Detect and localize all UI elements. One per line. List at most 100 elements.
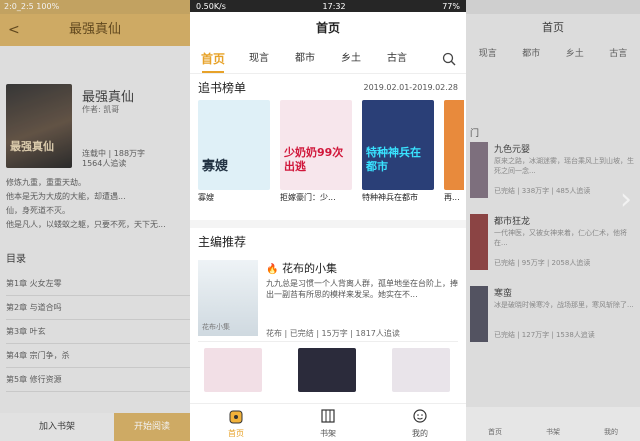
book-name: 寡嫂: [198, 193, 214, 202]
right-nav-me[interactable]: 我的: [582, 407, 640, 441]
tab-home[interactable]: 首页: [190, 44, 236, 74]
recommend-item-meta: 花布 | 已完结 | 15万字 | 1817人追读: [266, 329, 400, 338]
right-item-title: 都市狂龙: [494, 217, 531, 227]
toc-item[interactable]: 第1章 火女左零: [6, 272, 190, 296]
rank-book[interactable]: 再...: [444, 100, 464, 220]
right-tab[interactable]: 乡土: [553, 42, 597, 66]
book-cover: 寡嫂: [198, 100, 270, 190]
profile-face-icon: [413, 409, 427, 423]
desc-line: 他是凡人，以蝼蚁之躯，只要不死，天下无...: [6, 220, 166, 229]
nav-me-label: 我的: [412, 429, 428, 438]
right-item-meta: 已完结 | 338万字 | 485人追读: [494, 187, 591, 195]
rank-book[interactable]: 特种神兵在都市 特种神兵在都市: [362, 100, 434, 220]
right-tab[interactable]: 现言: [466, 42, 510, 66]
book-name: 特种神兵在都市: [362, 193, 418, 202]
desc-line: 他本是无为大成的大能，却遭遇...: [6, 192, 126, 201]
rank-date-range: 2019.02.01-2019.02.28: [363, 82, 459, 92]
bookshelf-icon: [321, 409, 335, 423]
recommend-cover: 花布小集: [198, 260, 258, 336]
book-thumb[interactable]: [298, 348, 356, 392]
right-title: 首页: [542, 21, 564, 34]
category-tabs: 首页 现言 都市 乡土 古言: [190, 44, 466, 74]
search-icon[interactable]: [442, 52, 456, 66]
right-tab[interactable]: 都市: [510, 42, 554, 66]
recommend-body: 🔥 花布的小集 九九总是习惯一个人背离人群，孤单地坐在台阶上，捧出一副苔有所思的…: [258, 260, 458, 341]
back-arrow-icon[interactable]: <: [8, 14, 20, 46]
left-book-title: 最强真仙: [82, 90, 135, 105]
recommend-cover-text: 花布小集: [202, 323, 230, 331]
left-book-cover: 最强真仙: [6, 84, 72, 168]
nav-shelf[interactable]: 书架: [282, 404, 374, 441]
right-nav-shelf[interactable]: 书架: [524, 407, 582, 441]
recommend-thumbs: [190, 342, 466, 392]
network-speed: 0.50K/s: [196, 1, 226, 11]
left-header: < 最强真仙: [0, 14, 190, 46]
tab-xiangtu[interactable]: 乡土: [328, 44, 374, 74]
left-header-title: 最强真仙: [68, 22, 121, 37]
right-item-meta: 已完结 | 95万字 | 2058人追读: [494, 259, 591, 267]
right-item-desc: 一代神医，又被女神来着，仁心仁术，他将在...: [494, 229, 627, 247]
right-status-bar: [466, 0, 640, 14]
right-item-title: 九色元婴: [494, 145, 531, 155]
recommend-item[interactable]: 花布小集 🔥 花布的小集 九九总是习惯一个人背离人群，孤单地坐在台阶上，捧出一副…: [198, 254, 458, 342]
cover-text: 寡嫂: [202, 159, 229, 174]
clock: 17:32: [322, 1, 346, 11]
home-icon: [229, 410, 243, 424]
rank-book[interactable]: 少奶奶99次出逃 拒嫁豪门：少...: [280, 100, 352, 220]
right-list-item[interactable]: 都市狂龙 一代神医，又被女神来着，仁心仁术，他将在... 已完结 | 95万字 …: [470, 214, 640, 272]
tab-dushi[interactable]: 都市: [282, 44, 328, 74]
right-bottom-nav: 首页 书架 我的: [466, 407, 640, 441]
battery: 77%: [442, 1, 460, 11]
right-section-title: 门: [470, 129, 480, 139]
nav-home-label: 首页: [228, 429, 244, 438]
cover-text: 少奶奶99次出逃: [284, 146, 344, 173]
rank-title: 追书榜单: [198, 80, 247, 95]
right-item-cover: [470, 286, 488, 342]
book-name: 再...: [444, 193, 460, 202]
rank-header: 追书榜单 2019.02.01-2019.02.28: [190, 74, 466, 100]
rank-book[interactable]: 寡嫂 寡嫂: [198, 100, 270, 220]
toc-item[interactable]: 第4章 宗门争，杀: [6, 344, 190, 368]
desc-line: 仙，身死道不灭。: [6, 206, 70, 215]
right-list-item[interactable]: 寒蛮 冰是破晓时候寒冷，战场那里，寒风斩除了... 已完结 | 127万字 | …: [470, 286, 640, 344]
left-status-bar: 2:0_2:5 100%: [0, 0, 190, 14]
section-divider: [190, 220, 466, 228]
toc-item[interactable]: 第2章 与道合吗: [6, 296, 190, 320]
nav-me[interactable]: 我的: [374, 404, 466, 441]
left-bottom-bar: 加入书架 开始阅读: [0, 413, 190, 441]
chevron-right-icon[interactable]: ›: [620, 182, 632, 217]
left-book-author: 作者: 凯哥: [82, 105, 120, 114]
nav-shelf-label: 书架: [320, 429, 336, 438]
active-tab-indicator: [202, 71, 224, 73]
toc-item[interactable]: 第3章 叶玄: [6, 320, 190, 344]
nav-home[interactable]: 首页: [190, 404, 282, 441]
book-thumb[interactable]: [204, 348, 262, 392]
rank-section: 追书榜单 2019.02.01-2019.02.28 寡嫂 寡嫂 少奶奶99次出…: [190, 74, 466, 220]
tab-guyan[interactable]: 古言: [374, 44, 420, 74]
left-book-desc: 修炼九重，重重天劫。 他本是无为大成的大能，却遭遇... 仙，身死道不灭。 他是…: [6, 176, 190, 232]
toc-item[interactable]: 第5章 修行资源: [6, 368, 190, 392]
recommend-title: 主编推荐: [198, 234, 247, 249]
cover-text: 特种神兵在都市: [366, 146, 421, 173]
right-nav-home[interactable]: 首页: [466, 407, 524, 441]
phone-home-screen: 0.50K/s 17:32 77% 首页 首页 现言 都市 乡土 古言 追书榜单…: [190, 0, 466, 441]
left-book-readers: 1564人追读: [82, 159, 127, 168]
toc-title: 目录: [6, 254, 26, 265]
desc-line: 修炼九重，重重天劫。: [6, 178, 86, 187]
add-to-shelf-button[interactable]: 加入书架: [0, 413, 114, 441]
right-item-meta: 已完结 | 127万字 | 1538人追读: [494, 331, 595, 339]
recommend-item-desc: 九九总是习惯一个人背离人群，孤单地坐在台阶上，捧出一副苔有所思的模样来发呆。她实…: [266, 279, 458, 299]
right-list-item[interactable]: 九色元婴 原来之路，冰湖迷雾，瑶台乘风上到山坡，生死之间一念... 已完结 | …: [470, 142, 640, 200]
start-reading-button[interactable]: 开始阅读: [114, 413, 190, 441]
page-title: 首页: [315, 21, 340, 35]
right-item-cover: [470, 142, 488, 198]
right-item-title: 寒蛮: [494, 289, 513, 299]
right-tab[interactable]: 古言: [597, 42, 640, 66]
fire-icon: 🔥: [266, 264, 279, 275]
book-thumb[interactable]: [392, 348, 450, 392]
recommend-list: 花布小集 🔥 花布的小集 九九总是习惯一个人背离人群，孤单地坐在台阶上，捧出一副…: [190, 254, 466, 342]
recommend-item-title: 🔥 花布的小集: [266, 260, 458, 278]
status-bar: 0.50K/s 17:32 77%: [190, 0, 466, 12]
right-item-desc: 原来之路，冰湖迷雾，瑶台乘风上到山坡，生死之间一念...: [494, 157, 634, 175]
tab-xianyan[interactable]: 现言: [236, 44, 282, 74]
